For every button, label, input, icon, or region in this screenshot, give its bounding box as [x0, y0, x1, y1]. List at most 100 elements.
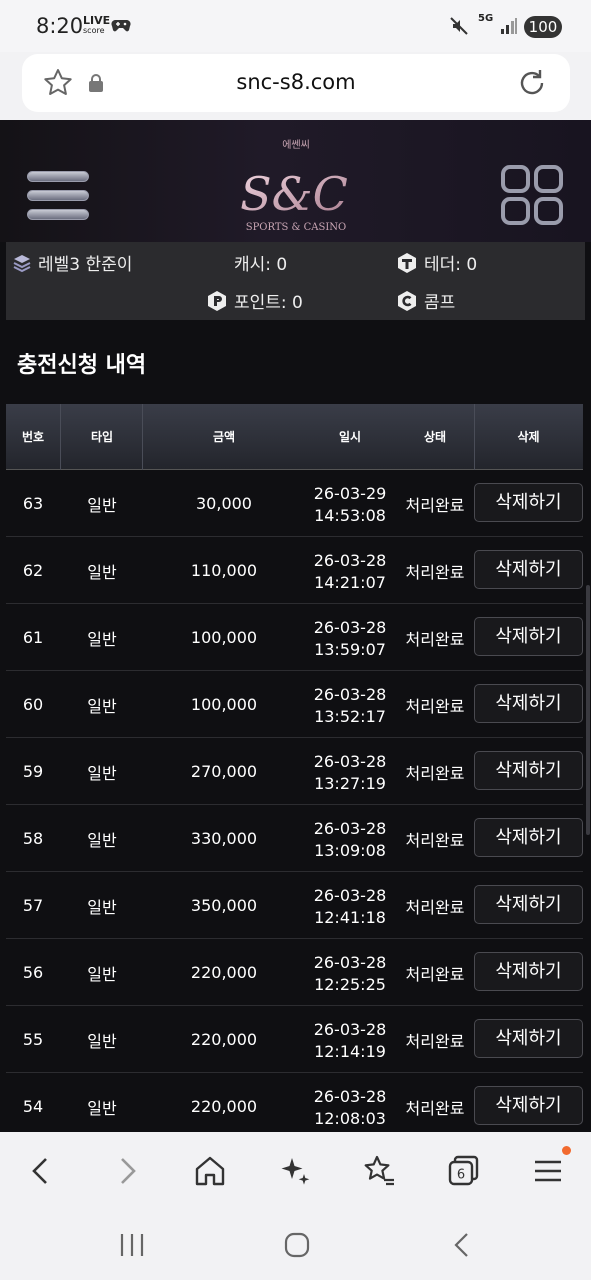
user-level: 레벨3 한준이 [12, 250, 132, 275]
points-balance: 포인트: 0 [206, 288, 303, 313]
table-row: 63 일반 30,000 26-03-29 14:53:08 처리완료 삭제하기 [6, 470, 583, 537]
row-datetime: 26-03-28 12:41:18 [313, 886, 387, 927]
row-datetime: 26-03-28 13:27:19 [313, 752, 387, 793]
header-delete: 삭제 [517, 430, 540, 444]
back-icon[interactable] [24, 1154, 58, 1188]
points-icon [208, 291, 226, 311]
table-row: 58 일반 330,000 26-03-28 13:09:08 처리완료 삭제하기 [6, 805, 583, 872]
browser-toolbar: 6 [0, 1132, 591, 1210]
delete-button[interactable]: 삭제하기 [474, 483, 583, 522]
reload-icon[interactable] [516, 67, 548, 99]
row-amount: 270,000 [190, 762, 258, 781]
page-title: 충전신청 내역 [17, 353, 147, 378]
row-no: 61 [22, 628, 44, 647]
row-amount: 30,000 [196, 494, 252, 513]
network-indicator: 5G [478, 13, 494, 24]
row-type: 일반 [87, 630, 117, 649]
row-datetime: 26-03-28 13:59:07 [313, 618, 387, 659]
forward-icon[interactable] [110, 1154, 144, 1188]
table-row: 61 일반 100,000 26-03-28 13:59:07 처리완료 삭제하기 [6, 604, 583, 671]
delete-button[interactable]: 삭제하기 [474, 617, 583, 656]
row-status: 처리완료 [405, 764, 465, 783]
site-logo[interactable]: 에쎈씨 S&C SPORTS & CASINO [236, 130, 356, 238]
recent-apps-icon[interactable] [117, 1230, 147, 1260]
row-amount: 220,000 [190, 1030, 258, 1049]
row-no: 56 [22, 963, 44, 982]
row-no: 58 [22, 829, 44, 848]
delete-button[interactable]: 삭제하기 [474, 952, 583, 991]
bookmarks-icon[interactable] [362, 1154, 396, 1188]
table-row: 60 일반 100,000 26-03-28 13:52:17 처리완료 삭제하기 [6, 671, 583, 738]
site-header: 에쎈씨 S&C SPORTS & CASINO [0, 120, 591, 242]
menu-icon[interactable] [531, 1154, 565, 1188]
row-no: 55 [22, 1030, 44, 1049]
table-row: 55 일반 220,000 26-03-28 12:14:19 처리완료 삭제하기 [6, 1006, 583, 1073]
table-row: 57 일반 350,000 26-03-28 12:41:18 처리완료 삭제하기 [6, 872, 583, 939]
svg-text:SPORTS & CASINO: SPORTS & CASINO [246, 222, 347, 233]
mute-icon [450, 17, 468, 35]
row-no: 59 [22, 762, 44, 781]
battery-indicator: 100 [524, 16, 562, 38]
row-type: 일반 [87, 831, 117, 850]
svg-text:S&C: S&C [240, 167, 348, 221]
grid-menu-icon[interactable] [500, 164, 564, 226]
row-status: 처리완료 [405, 630, 465, 649]
home-nav-icon[interactable] [282, 1230, 312, 1260]
tabs-icon[interactable]: 6 [446, 1154, 480, 1188]
system-nav-bar [0, 1210, 591, 1280]
row-status: 처리완료 [405, 496, 465, 515]
status-bar: 8:20 LIVE score 5G 100 [0, 0, 591, 52]
url-text[interactable]: snc-s8.com [22, 70, 570, 94]
header-type: 타입 [90, 430, 114, 444]
svg-text:에쎈씨: 에쎈씨 [282, 139, 310, 151]
row-status: 처리완료 [405, 697, 465, 716]
row-datetime: 26-03-28 12:25:25 [313, 953, 387, 994]
row-amount: 350,000 [190, 896, 258, 915]
row-type: 일반 [87, 965, 117, 984]
comp-balance: 콤프 [396, 288, 455, 313]
row-status: 처리완료 [405, 898, 465, 917]
home-icon[interactable] [193, 1154, 227, 1188]
row-type: 일반 [87, 1099, 117, 1118]
row-type: 일반 [87, 496, 117, 515]
row-amount: 220,000 [190, 963, 258, 982]
row-no: 60 [22, 695, 44, 714]
table-row: 59 일반 270,000 26-03-28 13:27:19 처리완료 삭제하기 [6, 738, 583, 805]
header-datetime: 일시 [338, 430, 362, 444]
delete-button[interactable]: 삭제하기 [474, 550, 583, 589]
notification-dot [562, 1146, 571, 1155]
header-amount: 금액 [212, 430, 236, 444]
header-status: 상태 [423, 430, 447, 444]
delete-button[interactable]: 삭제하기 [474, 1086, 583, 1125]
row-amount: 110,000 [190, 561, 258, 580]
user-info-bar: 레벨3 한준이 캐시: 0 테더: 0 포인트: 0 콤프 [6, 242, 585, 320]
delete-button[interactable]: 삭제하기 [474, 818, 583, 857]
delete-button[interactable]: 삭제하기 [474, 751, 583, 790]
row-status: 처리완료 [405, 563, 465, 582]
row-datetime: 26-03-28 12:14:19 [313, 1020, 387, 1061]
delete-button[interactable]: 삭제하기 [474, 885, 583, 924]
back-nav-icon[interactable] [448, 1230, 478, 1260]
web-page: 에쎈씨 S&C SPORTS & CASINO 레벨3 한준이 캐시: 0 테더… [0, 120, 591, 1132]
row-no: 54 [22, 1097, 44, 1116]
delete-button[interactable]: 삭제하기 [474, 1019, 583, 1058]
address-bar[interactable]: snc-s8.com [22, 54, 570, 112]
hamburger-menu-button[interactable] [27, 171, 89, 221]
level-icon [13, 255, 31, 273]
row-status: 처리완료 [405, 831, 465, 850]
game-controller-icon [111, 20, 131, 32]
sparkle-icon[interactable] [278, 1154, 312, 1188]
row-datetime: 26-03-28 13:52:17 [313, 685, 387, 726]
delete-button[interactable]: 삭제하기 [474, 684, 583, 723]
row-datetime: 26-03-28 13:09:08 [313, 819, 387, 860]
cash-balance: 캐시: 0 [234, 255, 288, 275]
row-type: 일반 [87, 898, 117, 917]
header-no: 번호 [21, 430, 45, 444]
row-amount: 220,000 [190, 1097, 258, 1116]
row-amount: 100,000 [190, 695, 258, 714]
page-scrollbar[interactable] [586, 585, 590, 835]
row-no: 63 [22, 494, 44, 513]
row-type: 일반 [87, 764, 117, 783]
row-datetime: 26-03-29 14:53:08 [313, 484, 387, 525]
table-header: 번호 타입 금액 일시 상태 삭제 [6, 404, 583, 470]
